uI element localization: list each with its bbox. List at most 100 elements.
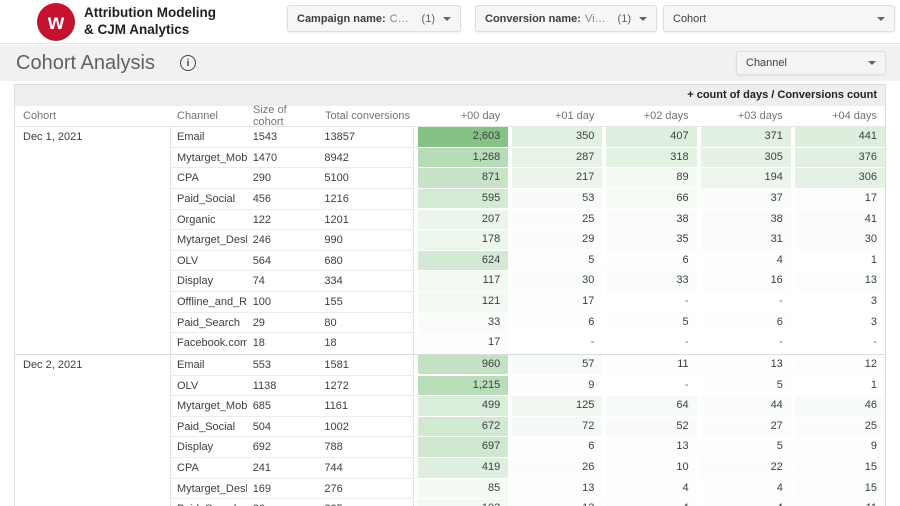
conversion-filter-value: Visitors <box>585 13 608 25</box>
total-conversions-cell: 155 <box>318 292 413 312</box>
day-cell: 6 <box>508 437 602 458</box>
heat-value: 441 <box>795 127 885 147</box>
size-of-cohort-cell: 1470 <box>247 148 319 168</box>
day-cell: 350 <box>508 127 602 148</box>
heat-value: 6 <box>701 313 791 333</box>
day-cell: - <box>791 333 885 354</box>
row-left-section: Display74334 <box>171 271 414 292</box>
heat-value: 13 <box>512 499 602 506</box>
channel-dimension-dropdown[interactable]: Channel <box>736 51 886 75</box>
heat-value: 13 <box>701 355 791 375</box>
day-cell: - <box>697 292 791 313</box>
heat-value: 3 <box>795 292 885 312</box>
heat-value: 9 <box>795 437 885 457</box>
heat-value: 1 <box>795 251 885 271</box>
heat-value: 697 <box>418 437 508 457</box>
channel-cell: Paid_Search <box>171 499 247 506</box>
day-cell: 22 <box>697 458 791 479</box>
heat-value: 371 <box>701 127 791 147</box>
table-row: OLV5646806245641 <box>171 251 885 272</box>
table-header-row: CohortChannelSize of cohortTotal convers… <box>15 106 885 127</box>
size-of-cohort-cell: 100 <box>247 292 319 312</box>
heat-value: 4 <box>701 251 791 271</box>
table-corner-note: + count of days / Conversions count <box>15 85 885 106</box>
column-header: +02 days <box>602 110 696 122</box>
day-cell: 178 <box>414 230 508 251</box>
channel-cell: Email <box>171 127 247 147</box>
total-conversions-cell: 788 <box>318 437 413 457</box>
day-cell: 419 <box>414 458 508 479</box>
row-left-section: CPA241744 <box>171 458 414 479</box>
day-cell: 13 <box>508 499 602 506</box>
day-cell: 5 <box>508 251 602 272</box>
chevron-down-icon <box>639 17 647 21</box>
day-cell: 2,603 <box>414 127 508 148</box>
column-header: +01 day <box>508 110 602 122</box>
heat-value: 25 <box>512 210 602 230</box>
heat-value: 4 <box>606 479 696 499</box>
campaign-filter-value: Campaign... <box>390 13 412 25</box>
total-conversions-cell: 276 <box>318 479 413 499</box>
table-row: Display69278869761359 <box>171 437 885 458</box>
row-left-section: Organic1221201 <box>171 210 414 231</box>
day-cell: 52 <box>602 417 696 438</box>
campaign-filter-count: (1) <box>422 13 435 25</box>
size-of-cohort-cell: 18 <box>247 333 319 354</box>
table-row: Email553158196057111312 <box>171 355 885 376</box>
channel-cell: Organic <box>171 210 247 230</box>
total-conversions-cell: 80 <box>318 313 413 333</box>
day-cell: 26 <box>508 458 602 479</box>
day-cell: 5 <box>697 437 791 458</box>
heat-value: 125 <box>512 396 602 416</box>
day-cell: 72 <box>508 417 602 438</box>
top-header: w Attribution Modeling & CJM Analytics C… <box>0 0 900 44</box>
app-title: Attribution Modeling & CJM Analytics <box>84 5 216 39</box>
row-left-section: Mytarget_Desk246990 <box>171 230 414 251</box>
table-row: CPA24174441926102215 <box>171 458 885 479</box>
cohort-group: Dec 2, 2021Email553158196057111312OLV113… <box>15 355 885 506</box>
total-conversions-cell: 13857 <box>318 127 413 147</box>
day-cell: 53 <box>508 189 602 210</box>
heat-value: 30 <box>795 230 885 250</box>
chevron-down-icon <box>443 17 451 21</box>
day-cell: - <box>697 333 791 354</box>
day-cell: 318 <box>602 148 696 169</box>
conversion-filter-dropdown[interactable]: Conversion name: Visitors (1) <box>475 5 657 32</box>
total-conversions-cell: 5100 <box>318 168 413 188</box>
heat-value: 33 <box>606 271 696 291</box>
day-cell: 4 <box>602 499 696 506</box>
day-cell: 10 <box>602 458 696 479</box>
info-icon[interactable]: i <box>180 55 196 71</box>
campaign-filter-dropdown[interactable]: Campaign name: Campaign... (1) <box>287 5 461 32</box>
heat-value: 57 <box>512 355 602 375</box>
day-cell: 12 <box>791 355 885 376</box>
size-of-cohort-cell: 564 <box>247 251 319 271</box>
row-left-section: OLV11381272 <box>171 376 414 397</box>
row-left-section: OLV564680 <box>171 251 414 272</box>
heat-value: 85 <box>418 479 508 499</box>
day-cell: 64 <box>602 396 696 417</box>
size-of-cohort-cell: 246 <box>247 230 319 250</box>
heat-value: 305 <box>701 148 791 168</box>
size-of-cohort-cell: 169 <box>247 479 319 499</box>
conversion-filter-label: Conversion name: <box>485 13 581 25</box>
day-cell: 46 <box>791 396 885 417</box>
day-cell: 38 <box>602 210 696 231</box>
table-row: Display7433411730331613 <box>171 271 885 292</box>
heat-value: 72 <box>512 417 602 437</box>
channel-cell: Display <box>171 271 247 291</box>
total-conversions-cell: 1216 <box>318 189 413 209</box>
day-cell: 121 <box>414 292 508 313</box>
total-conversions-cell: 8942 <box>318 148 413 168</box>
total-conversions-cell: 1161 <box>318 396 413 416</box>
heat-value: 306 <box>795 168 885 188</box>
cohort-date-cell: Dec 2, 2021 <box>15 355 171 506</box>
heat-value: 6 <box>606 251 696 271</box>
day-cell: 217 <box>508 168 602 189</box>
heat-value: 9 <box>512 376 602 396</box>
cohort-filter-dropdown[interactable]: Cohort <box>663 5 895 32</box>
heat-value: 38 <box>606 210 696 230</box>
heat-value: 26 <box>512 458 602 478</box>
heat-value: 207 <box>418 210 508 230</box>
heat-value: 11 <box>606 355 696 375</box>
